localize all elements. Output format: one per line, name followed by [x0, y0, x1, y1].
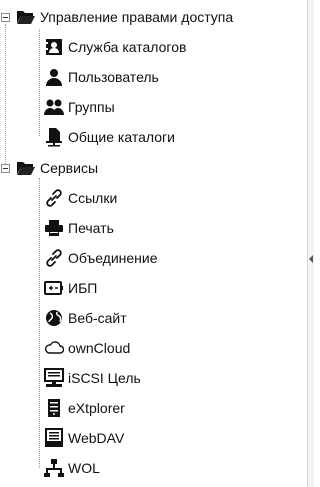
- tree-group-label: Сервисы: [40, 160, 99, 176]
- tree-item-label: Служба каталогов: [68, 39, 187, 55]
- network-icon: [44, 458, 64, 478]
- tree-item-ups[interactable]: ИБП: [44, 277, 97, 299]
- folder-open-icon: [16, 158, 36, 178]
- tree-item-extplorer[interactable]: eXtplorer: [44, 397, 125, 419]
- collapse-toggle[interactable]: [1, 13, 10, 22]
- tree-item-label: ИБП: [68, 280, 98, 296]
- tree-item-label: Веб-сайт: [68, 310, 127, 326]
- tree-connector: [5, 24, 6, 164]
- battery-icon: [44, 278, 64, 298]
- group-icon: [44, 97, 64, 117]
- server-tower-icon: [44, 398, 64, 418]
- tree-item-label: Печать: [68, 220, 114, 236]
- tree-item-merge[interactable]: Объединение: [44, 247, 158, 269]
- tree-connector: [39, 178, 40, 468]
- tree-connector: [39, 29, 40, 136]
- tree-item-label: iSCSI Цель: [68, 370, 141, 386]
- tree-item-website[interactable]: Веб-сайт: [44, 307, 127, 329]
- tree-item-directory-service[interactable]: Служба каталогов: [44, 36, 186, 58]
- server-monitor-icon: [44, 368, 64, 388]
- panel-splitter[interactable]: [307, 0, 314, 487]
- tree-item-label: Пользователь: [68, 69, 159, 85]
- tree-item-wol[interactable]: WOL: [44, 457, 100, 479]
- tree-item-label: Ссылки: [68, 190, 118, 206]
- tree-item-label: Общие каталоги: [68, 129, 175, 145]
- tree-item-label: eXtplorer: [68, 400, 125, 416]
- tree-group-access-rights[interactable]: Управление правами доступа: [0, 6, 233, 28]
- tree-item-label: Группы: [68, 99, 115, 115]
- tree-item-print[interactable]: Печать: [44, 217, 114, 239]
- tree-item-links[interactable]: Ссылки: [44, 187, 117, 209]
- user-icon: [44, 67, 64, 87]
- webdav-icon: [44, 428, 64, 448]
- collapse-arrow-icon[interactable]: [309, 255, 313, 263]
- globe-icon: [44, 308, 64, 328]
- navigation-tree: Управление правами доступа Служба катало…: [0, 0, 300, 487]
- tree-item-label: WebDAV: [68, 430, 125, 446]
- tree-item-webdav[interactable]: WebDAV: [44, 427, 124, 449]
- folder-open-icon: [16, 7, 36, 27]
- tree-item-owncloud[interactable]: ownCloud: [44, 337, 130, 359]
- tree-item-label: Объединение: [68, 250, 158, 266]
- shared-folder-icon: [44, 127, 64, 147]
- cloud-icon: [44, 338, 64, 358]
- tree-group-label: Управление правами доступа: [40, 9, 234, 25]
- link-icon: [44, 188, 64, 208]
- tree-item-shared-folders[interactable]: Общие каталоги: [44, 126, 175, 148]
- tree-item-iscsi-target[interactable]: iSCSI Цель: [44, 367, 141, 389]
- tree-item-groups[interactable]: Группы: [44, 96, 115, 118]
- tree-item-label: ownCloud: [68, 340, 131, 356]
- tree-item-user[interactable]: Пользователь: [44, 66, 159, 88]
- tree-item-label: WOL: [68, 460, 100, 476]
- tree-group-services[interactable]: Сервисы: [0, 157, 98, 179]
- printer-icon: [44, 218, 64, 238]
- link-icon: [44, 248, 64, 268]
- directory-service-icon: [44, 37, 64, 57]
- collapse-toggle[interactable]: [1, 164, 10, 173]
